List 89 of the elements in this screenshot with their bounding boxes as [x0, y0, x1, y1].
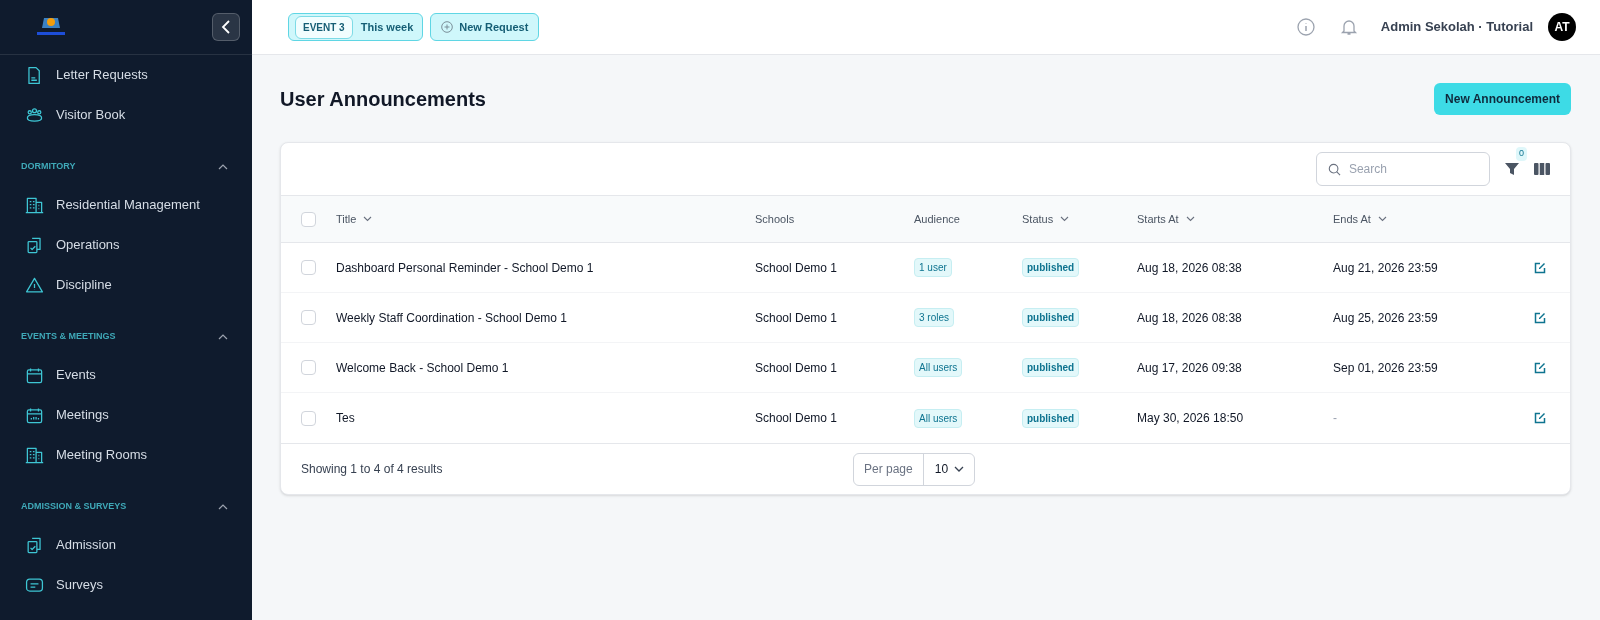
per-page-value: 10 — [933, 461, 950, 478]
collapse-sidebar-button[interactable] — [212, 13, 240, 41]
table-cell-text: Dashboard Personal Reminder - School Demo 1 — [336, 259, 594, 277]
per-page-select[interactable]: Per page 10 — [853, 452, 976, 486]
user-name[interactable]: Admin Sekolah · Tutorial — [1380, 17, 1533, 37]
page-title: User Announcements — [280, 87, 486, 112]
search-input[interactable]: Search — [1348, 160, 1478, 178]
sidebar-item[interactable]: Operations — [0, 225, 252, 265]
edit-icon[interactable] — [1534, 361, 1546, 374]
section-heading: ADMISSION & SURVEYS — [21, 500, 127, 514]
sort-caret-icon — [1377, 216, 1387, 222]
column-header: Audience — [914, 211, 960, 227]
table-cell-text: Aug 18, 2026 08:38 — [1137, 259, 1242, 277]
column-header[interactable]: Ends At — [1333, 210, 1387, 228]
checkbox[interactable] — [301, 260, 316, 275]
warning-icon — [25, 275, 44, 295]
plus-circle-icon — [441, 21, 454, 33]
checkbox[interactable] — [301, 410, 316, 426]
clipboard-icon — [25, 535, 44, 555]
checkbox[interactable] — [301, 360, 316, 375]
sidebar-item[interactable]: Letter Requests — [0, 55, 252, 95]
table-cell-text: Welcome Back - School Demo 1 — [336, 359, 509, 377]
chevron-left-icon — [220, 19, 232, 35]
column-header: Schools — [755, 211, 795, 227]
sort-caret-icon — [363, 216, 373, 222]
new-request-button[interactable]: New Request — [430, 13, 540, 41]
table-cell-text: Aug 17, 2026 09:38 — [1137, 359, 1242, 377]
column-header[interactable]: Starts At — [1137, 210, 1195, 228]
table-cell-text: May 30, 2026 18:50 — [1137, 410, 1244, 427]
status-tag: published — [1022, 308, 1080, 327]
search-field[interactable]: Search — [1316, 152, 1490, 186]
table-cell-text: Weekly Staff Coordination - School Demo 1 — [336, 309, 567, 327]
search-icon — [1328, 161, 1341, 177]
event-count-badge: EVENT 3 — [295, 15, 353, 39]
section-heading: DORMITORY — [21, 160, 76, 174]
sidebar-item[interactable]: Surveys — [0, 565, 252, 605]
edit-icon[interactable] — [1534, 261, 1546, 274]
sidebar-item[interactable]: Meeting Rooms — [0, 435, 252, 475]
building-icon — [25, 445, 44, 465]
table-cell-text: Tes — [336, 410, 355, 427]
audience-tag: 3 roles — [914, 308, 954, 327]
user-avatar[interactable]: AT — [1548, 13, 1576, 41]
caret-icon — [954, 466, 965, 472]
audience-tag: All users — [914, 408, 963, 428]
clipboard-icon — [25, 235, 44, 255]
checkbox[interactable] — [301, 211, 316, 227]
sidebar-item[interactable]: Discipline — [0, 265, 252, 305]
audience-tag: 1 user — [914, 258, 952, 277]
sort-caret-icon — [1185, 216, 1195, 222]
column-header[interactable]: Status — [1022, 210, 1070, 228]
audience-tag: All users — [914, 358, 963, 377]
sidebar-item[interactable]: Events — [0, 355, 252, 395]
table-cell-text: Sep 01, 2026 23:59 — [1333, 359, 1438, 377]
status-tag: published — [1022, 408, 1080, 428]
collapse-caret-icon[interactable] — [218, 504, 228, 510]
edit-icon[interactable] — [1534, 311, 1546, 324]
collapse-caret-icon[interactable] — [218, 164, 228, 170]
table-cell-text: - — [1333, 410, 1337, 427]
table-cell-text: School Demo 1 — [755, 309, 838, 327]
event-chip[interactable]: EVENT 3 This week — [288, 13, 424, 41]
new-announcement-button[interactable]: New Announcement — [1434, 83, 1571, 115]
sidebar-item[interactable]: Admission — [0, 525, 252, 565]
edit-icon[interactable] — [1534, 412, 1546, 424]
filter-count-badge: 0 — [1516, 147, 1527, 161]
table-cell-text: School Demo 1 — [755, 359, 838, 377]
per-page-label: Per page — [854, 453, 924, 485]
table-cell-text: School Demo 1 — [755, 410, 838, 427]
sidebar-item[interactable]: Visitor Book — [0, 95, 252, 135]
people-icon — [25, 105, 44, 125]
sort-caret-icon — [1060, 216, 1070, 222]
columns-icon[interactable] — [1534, 162, 1550, 176]
sidebar-item[interactable]: Meetings — [0, 395, 252, 435]
status-tag: published — [1022, 258, 1080, 277]
calendar-icon — [25, 405, 44, 425]
event-period-label: This week — [360, 19, 414, 35]
calendar-icon — [25, 365, 44, 385]
table-cell-text: Aug 18, 2026 08:38 — [1137, 309, 1242, 327]
column-header[interactable]: Title — [336, 210, 373, 228]
table-cell-text: School Demo 1 — [755, 259, 838, 277]
table-cell-text: Aug 21, 2026 23:59 — [1333, 259, 1438, 277]
table-cell-text: Aug 25, 2026 23:59 — [1333, 309, 1438, 327]
sidebar-item[interactable]: Residential Management — [0, 185, 252, 225]
building-icon — [25, 195, 44, 215]
filter-icon[interactable] — [1504, 161, 1520, 177]
checkbox[interactable] — [301, 310, 316, 325]
results-summary: Showing 1 to 4 of 4 results — [301, 461, 444, 478]
status-tag: published — [1022, 358, 1080, 377]
section-heading: EVENTS & MEETINGS — [21, 330, 116, 344]
collapse-caret-icon[interactable] — [218, 334, 228, 340]
